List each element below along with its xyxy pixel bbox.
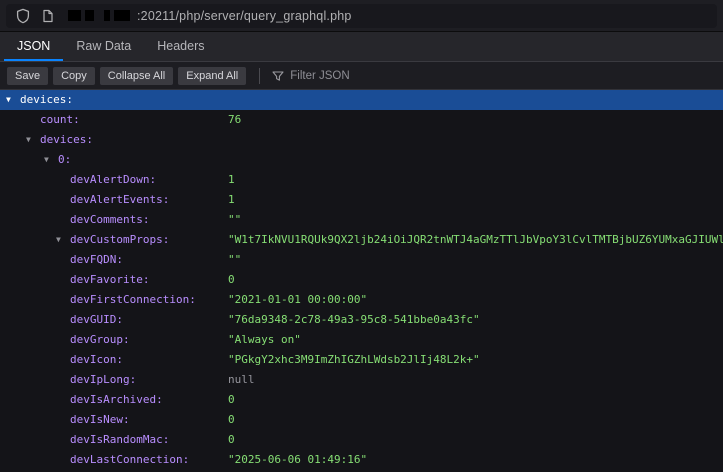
json-row-devFirstConnection[interactable]: devFirstConnection: "2021-01-01 00:00:00" [0, 290, 723, 310]
tab-bar: JSONRaw DataHeaders [0, 32, 723, 62]
json-key: devGroup: [0, 330, 130, 350]
json-row-devGUID[interactable]: devGUID: "76da9348-2c78-49a3-95c8-541bbe0… [0, 310, 723, 330]
twisty-expanded-icon[interactable]: ▼ [56, 230, 69, 250]
json-key: devIsRandomMac: [0, 430, 169, 450]
json-key: count: [0, 110, 80, 130]
json-value: null [228, 370, 255, 390]
redaction-box [85, 10, 94, 21]
json-key: 0: [0, 150, 71, 170]
json-row-devAlertEvents[interactable]: devAlertEvents: 1 [0, 190, 723, 210]
json-key: devFirstConnection: [0, 290, 196, 310]
json-value: "Always on" [228, 330, 301, 350]
json-key: devComments: [0, 210, 149, 230]
json-value: 76 [228, 110, 241, 130]
json-tree: ▼devices:count:76▼devices:▼0:devAlertDow… [0, 90, 723, 472]
json-row-devIsNew[interactable]: devIsNew: 0 [0, 410, 723, 430]
json-row-0[interactable]: ▼0: [0, 150, 723, 170]
json-value: 0 [228, 270, 235, 290]
twisty-expanded-icon[interactable]: ▼ [26, 130, 39, 150]
json-row-count[interactable]: count: 76 [0, 110, 723, 130]
redaction-box [104, 10, 110, 21]
toolbar-buttons: Save Copy Collapse All Expand All [7, 67, 246, 85]
json-key: devIpLong: [0, 370, 136, 390]
json-row-devices[interactable]: ▼devices: [0, 130, 723, 150]
save-button[interactable]: Save [7, 67, 48, 85]
json-row-devFavorite[interactable]: devFavorite: 0 [0, 270, 723, 290]
tab-json[interactable]: JSON [4, 32, 63, 61]
json-key: devCustomProps: [0, 230, 169, 250]
json-value: "2025-06-06 01:49:16" [228, 450, 367, 470]
json-value: "76da9348-2c78-49a3-95c8-541bbe0a43fc" [228, 310, 480, 330]
json-value: 1 [228, 170, 235, 190]
json-value: "PGkgY2xhc3M9ImZhIGZhLWdsb2JlIj48L2k+" [228, 350, 480, 370]
page-icon[interactable] [39, 7, 57, 25]
json-value: 0 [228, 430, 235, 450]
redaction-box [114, 10, 130, 21]
json-toolbar: Save Copy Collapse All Expand All [0, 62, 723, 90]
json-row-devComments[interactable]: devComments: "" [0, 210, 723, 230]
collapse-all-button[interactable]: Collapse All [100, 67, 173, 85]
json-row-devIsArchived[interactable]: devIsArchived: 0 [0, 390, 723, 410]
json-key: devGUID: [0, 310, 123, 330]
json-row-devGroup[interactable]: devGroup: "Always on" [0, 330, 723, 350]
json-row-devIpLong[interactable]: devIpLong: null [0, 370, 723, 390]
json-row-devLastConnection[interactable]: devLastConnection: "2025-06-06 01:49:16" [0, 450, 723, 470]
json-value: 0 [228, 390, 235, 410]
json-row-devCustomProps[interactable]: ▼devCustomProps: "W1t7IkNVU1RQUk9QX2ljb24… [0, 230, 723, 250]
json-value: "W1t7IkNVU1RQUk9QX2ljb24iOiJQR2tnWTJ4aGM… [228, 230, 723, 250]
tab-raw-data[interactable]: Raw Data [63, 32, 144, 61]
json-value: 1 [228, 190, 235, 210]
shield-icon[interactable] [14, 7, 32, 25]
json-key: devLastConnection: [0, 450, 189, 470]
json-row-devFQDN[interactable]: devFQDN: "" [0, 250, 723, 270]
url-text: :20211/php/server/query_graphql.php [137, 9, 352, 23]
json-key: devIcon: [0, 350, 123, 370]
filter-icon [271, 69, 284, 82]
json-row-devices[interactable]: ▼devices: [0, 90, 723, 110]
json-key: devices: [0, 130, 93, 150]
json-row-devIsRandomMac[interactable]: devIsRandomMac: 0 [0, 430, 723, 450]
json-key: devFQDN: [0, 250, 123, 270]
copy-button[interactable]: Copy [53, 67, 95, 85]
json-row-devAlertDown[interactable]: devAlertDown: 1 [0, 170, 723, 190]
url-redactions [68, 10, 130, 21]
json-value: 0 [228, 410, 235, 430]
json-key: devIsArchived: [0, 390, 163, 410]
twisty-expanded-icon[interactable]: ▼ [6, 90, 19, 110]
url-bar[interactable]: :20211/php/server/query_graphql.php [6, 4, 717, 28]
toolbar-divider [259, 68, 260, 84]
filter-json-input[interactable] [290, 70, 430, 82]
json-value: "" [228, 250, 241, 270]
browser-chrome: :20211/php/server/query_graphql.php [0, 0, 723, 32]
tab-headers[interactable]: Headers [144, 32, 217, 61]
json-row-devIcon[interactable]: devIcon: "PGkgY2xhc3M9ImZhIGZhLWdsb2JlIj4… [0, 350, 723, 370]
twisty-expanded-icon[interactable]: ▼ [44, 150, 57, 170]
json-key: devAlertEvents: [0, 190, 169, 210]
json-key: devFavorite: [0, 270, 149, 290]
json-value: "" [228, 210, 241, 230]
redaction-box [68, 10, 81, 21]
json-key: devIsNew: [0, 410, 130, 430]
filter-json [271, 69, 430, 82]
expand-all-button[interactable]: Expand All [178, 67, 246, 85]
json-value: "2021-01-01 00:00:00" [228, 290, 367, 310]
json-key: devAlertDown: [0, 170, 156, 190]
